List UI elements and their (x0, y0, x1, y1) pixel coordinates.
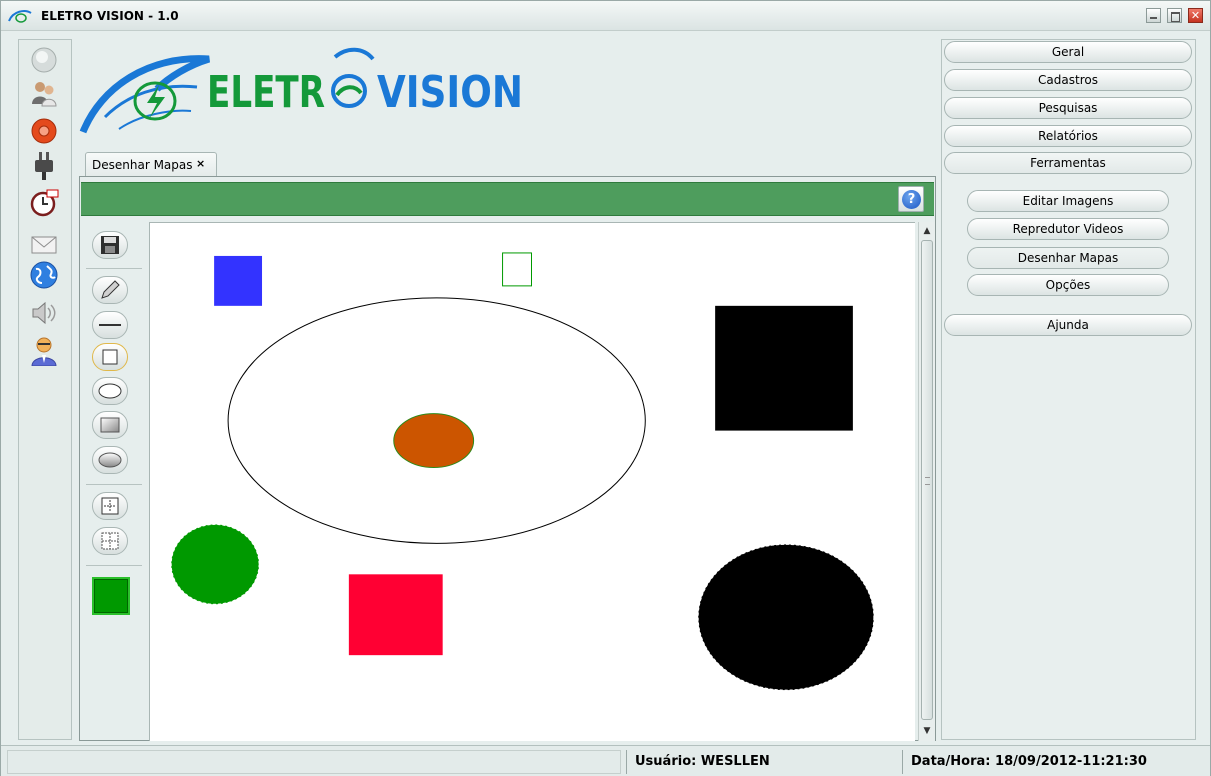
left-icon-bar (18, 39, 72, 740)
mail-icon[interactable] (29, 230, 59, 260)
record-icon[interactable] (29, 116, 59, 146)
globe-icon[interactable] (29, 260, 59, 290)
black-square[interactable] (715, 305, 853, 431)
grid-snap-icon (101, 497, 119, 515)
blue-square[interactable] (214, 255, 263, 306)
user-tie-icon[interactable] (29, 336, 59, 366)
eletro-vision-logo: ELETR VISION (79, 47, 523, 134)
rectangle-filled-tool[interactable] (92, 411, 128, 439)
close-button[interactable]: ✕ (1188, 8, 1203, 23)
maximize-button[interactable] (1167, 8, 1182, 23)
scroll-thumb[interactable] (921, 240, 933, 720)
tab-label: Desenhar Mapas (92, 158, 193, 172)
help-icon: ? (902, 190, 921, 209)
submenu-opcoes[interactable]: Opções (967, 274, 1169, 296)
rectangle-outline-icon (102, 349, 118, 365)
ellipse-outline-icon (98, 383, 122, 399)
users-icon[interactable] (29, 78, 59, 108)
title-bar: ELETRO VISION - 1.0 ✕ (1, 1, 1210, 31)
tab-close-icon[interactable]: × (196, 157, 205, 170)
tab-desenhar-mapas[interactable]: Desenhar Mapas × (85, 152, 217, 176)
status-bar: Usuário: WESLLEN Data/Hora: 18/09/2012-1… (1, 745, 1210, 776)
grid-snap-tool[interactable] (92, 492, 128, 520)
ellipse-filled-tool[interactable] (92, 446, 128, 474)
eye-logo-icon (8, 10, 32, 23)
rectangle-outline-tool[interactable] (92, 343, 128, 371)
drawing-toolbox (86, 222, 142, 737)
menu-pesquisas[interactable]: Pesquisas (944, 97, 1192, 119)
line-tool[interactable] (92, 311, 128, 339)
status-user: Usuário: WESLLEN (626, 750, 898, 774)
app-window: ELETRO VISION - 1.0 ✕ ELETR VISION Desen… (0, 0, 1211, 776)
status-circle-icon[interactable] (29, 45, 59, 75)
header-bar: ? (81, 182, 934, 216)
black-ellipse[interactable] (697, 543, 875, 691)
map-editor-panel: ? ▲ ▼ (79, 176, 936, 741)
alarm-clock-icon[interactable] (29, 188, 59, 218)
ellipse-outline-tool[interactable] (92, 377, 128, 405)
main-menu-panel: Geral Cadastros Pesquisas Relatórios Fer… (941, 39, 1196, 740)
submenu-repredutor-videos[interactable]: Repredutor Videos (967, 218, 1169, 240)
green-outline-square[interactable] (502, 252, 533, 287)
logo-text-blue: VISION (377, 67, 523, 118)
drawing-canvas[interactable] (149, 222, 915, 741)
canvas-vertical-scrollbar[interactable]: ▲ ▼ (918, 222, 935, 741)
rectangle-filled-icon (100, 417, 120, 433)
window-title: ELETRO VISION - 1.0 (41, 9, 179, 23)
plug-icon[interactable] (29, 151, 59, 181)
pencil-tool[interactable] (92, 276, 128, 304)
menu-ajuda[interactable]: Ajunda (944, 314, 1192, 336)
save-button[interactable] (92, 231, 128, 259)
menu-ferramentas[interactable]: Ferramentas (944, 152, 1192, 174)
minimize-button[interactable] (1146, 8, 1161, 23)
menu-geral[interactable]: Geral (944, 41, 1192, 63)
red-square[interactable] (348, 574, 443, 656)
submenu-editar-imagens[interactable]: Editar Imagens (967, 190, 1169, 212)
menu-relatorios[interactable]: Relatórios (944, 125, 1192, 147)
submenu-desenhar-mapas[interactable]: Desenhar Mapas (967, 247, 1169, 269)
help-button[interactable]: ? (898, 186, 924, 212)
grid-dotted-icon (101, 532, 119, 550)
pencil-icon (101, 280, 120, 299)
logo-text-green: ELETR (207, 67, 325, 118)
grid-dotted-tool[interactable] (92, 527, 128, 555)
ellipse-filled-icon (98, 452, 122, 468)
scroll-down-icon[interactable]: ▼ (920, 724, 934, 738)
current-color-swatch[interactable] (92, 577, 130, 615)
scroll-up-icon[interactable]: ▲ (920, 224, 934, 238)
status-datetime: Data/Hora: 18/09/2012-11:21:30 (902, 750, 1202, 774)
save-icon (101, 236, 119, 254)
speaker-icon[interactable] (29, 298, 59, 328)
green-circle[interactable] (170, 523, 260, 605)
line-icon (99, 324, 121, 326)
status-message-area (7, 750, 621, 774)
menu-cadastros[interactable]: Cadastros (944, 69, 1192, 91)
orange-ellipse[interactable] (393, 413, 475, 469)
